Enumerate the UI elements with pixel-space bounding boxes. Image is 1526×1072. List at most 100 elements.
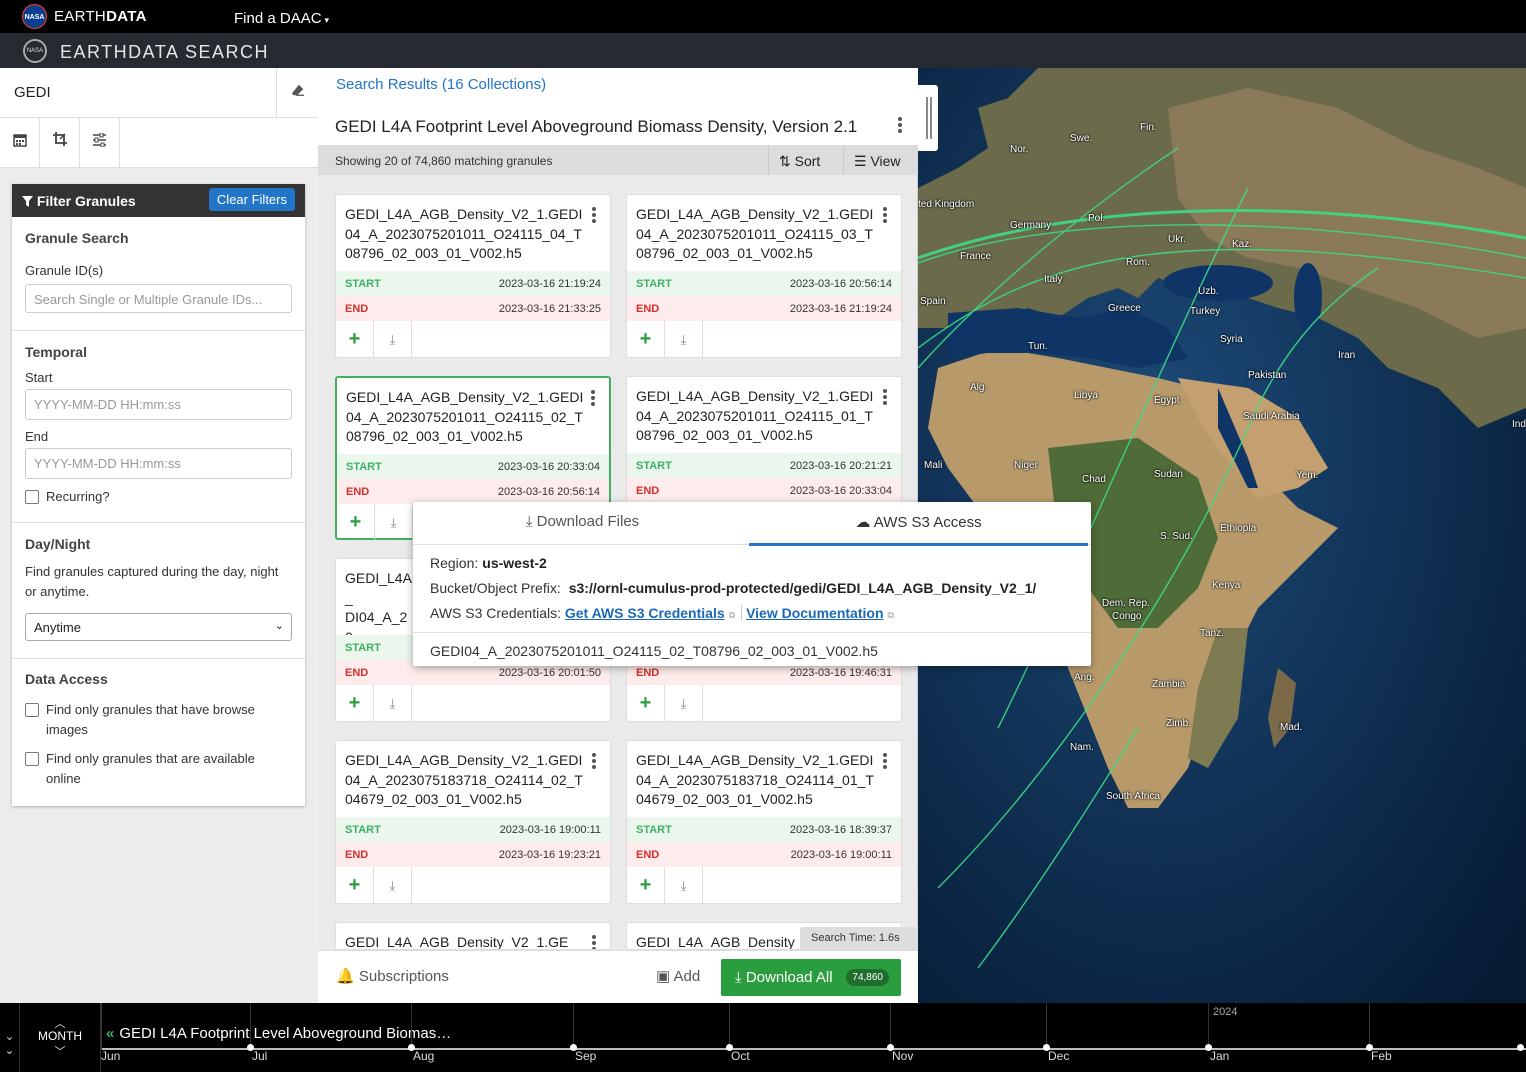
timeline-tick (890, 1003, 891, 1050)
end-label: END (636, 303, 660, 315)
add-granule-plus-icon[interactable]: + (336, 685, 374, 722)
download-icon[interactable]: ⤓ (665, 867, 703, 904)
checkbox-box[interactable] (25, 490, 39, 504)
more-options-icon[interactable] (898, 117, 902, 136)
subscriptions-button[interactable]: 🔔 Subscriptions (336, 967, 449, 985)
collapse-timeline-icon[interactable]: ⌄ ⌄ (0, 1003, 20, 1072)
nasa-logo[interactable]: NASA (22, 4, 47, 29)
timeline-month-label: Oct (731, 1049, 750, 1063)
tab-download-files[interactable]: ⤓ Download Files (413, 502, 752, 545)
timeline-tick (1369, 1003, 1370, 1050)
end-label: END (345, 849, 369, 861)
checkbox-box[interactable] (25, 752, 39, 766)
recurring-checkbox[interactable]: Recurring? (25, 487, 292, 507)
search-input[interactable]: GEDI (14, 84, 51, 101)
granule-id-input[interactable]: Search Single or Multiple Granule IDs... (25, 284, 292, 313)
add-button[interactable]: ▣ Add (656, 967, 700, 985)
more-options-icon[interactable] (883, 753, 887, 771)
download-all-button[interactable]: ⤓ Download All 74,860 (721, 959, 901, 996)
start-label: START (636, 278, 672, 290)
timeline-collection[interactable]: «GEDI L4A Footprint Level Aboveground Bi… (106, 1025, 456, 1042)
more-options-icon[interactable] (592, 753, 596, 771)
sliders-icon[interactable] (80, 118, 120, 168)
nasa-meatball-icon[interactable]: NASA (23, 39, 47, 63)
eraser-icon[interactable] (276, 68, 318, 118)
tab-aws-s3-access[interactable]: ☁ AWS S3 Access (749, 502, 1088, 546)
more-options-icon[interactable] (591, 390, 595, 408)
add-granule-plus-icon[interactable]: + (336, 867, 374, 904)
app-title[interactable]: EARTHDATA SEARCH (60, 42, 269, 63)
granule-card[interactable]: GEDI_L4A_AGB_Density_V2_1.GEDI04_A_20230… (335, 740, 611, 904)
start-date-input[interactable]: YYYY-MM-DD HH:mm:ss (25, 389, 292, 420)
zoom-up-icon[interactable]: ︿ (20, 1015, 100, 1030)
start-label: START (345, 642, 381, 654)
map-place-label: Germany (1010, 220, 1052, 231)
download-count-badge: 74,860 (846, 969, 889, 986)
map-place-label: Ind (1512, 419, 1526, 430)
download-icon[interactable]: ⤓ (374, 867, 412, 904)
bucket-label: Bucket/Object Prefix: (430, 580, 561, 596)
get-credentials-link[interactable]: Get AWS S3 Credentials (565, 605, 725, 621)
granule-card[interactable]: GEDI_L4A_AGB_Density_V2_1.GEDI04_A_20230… (335, 194, 611, 358)
results-toolbar: Showing 20 of 74,860 matching granules ⇅… (318, 146, 918, 175)
earthdata-logo[interactable]: EARTHDATA (54, 8, 147, 25)
search-time: Search Time: 1.6s (800, 927, 918, 950)
add-granule-plus-icon[interactable]: + (627, 321, 665, 358)
granule-search-section: Granule Search Granule ID(s) Search Sing… (12, 217, 305, 331)
granule-card[interactable]: GEDI_L4A_AGB_Density_V2_1.GEDI04_A_20230… (626, 740, 902, 904)
sort-button[interactable]: ⇅ Sort (768, 146, 830, 175)
timeline-month-marker[interactable] (1517, 1044, 1524, 1051)
bucket-value[interactable]: s3://ornl-cumulus-prod-protected/gedi/GE… (569, 580, 1037, 596)
download-icon[interactable]: ⤓ (665, 321, 703, 358)
granule-card[interactable]: GEDI_L4A_AGB_Density_V2_1.GE (335, 922, 611, 950)
timeline-tick (1208, 1003, 1209, 1050)
start-row: START 2023-03-16 20:56:14 (627, 271, 901, 296)
timeline-month-label: Jun (101, 1049, 121, 1063)
view-documentation-link[interactable]: View Documentation (746, 605, 883, 621)
online-only-checkbox[interactable]: Find only granules that are available on… (25, 749, 292, 789)
map-place-label: Zambia (1152, 679, 1186, 690)
map-place-label: Alg. (970, 382, 988, 393)
browse-only-checkbox[interactable]: Find only granules that have browse imag… (25, 700, 292, 740)
download-icon[interactable]: ⤓ (665, 685, 703, 722)
map-place-label: Spain (920, 296, 946, 307)
timeline-tick (1046, 1003, 1047, 1050)
find-daac-menu[interactable]: Find a DAAC ▾ (234, 10, 329, 27)
more-options-icon[interactable] (883, 207, 887, 225)
add-granule-plus-icon[interactable]: + (627, 867, 665, 904)
timeline-axis[interactable] (101, 1048, 1526, 1050)
download-icon[interactable]: ⤓ (375, 504, 413, 541)
more-options-icon[interactable] (592, 207, 596, 225)
search-results-link[interactable]: Search Results (16 Collections) (336, 76, 546, 93)
filter-header: Filter Granules Clear Filters (12, 184, 305, 217)
map-place-label: Tun. (1028, 341, 1048, 352)
download-icon[interactable]: ⤓ (374, 685, 412, 722)
start-time: 2023-03-16 20:21:21 (789, 460, 892, 472)
more-options-icon[interactable] (592, 935, 596, 949)
map-place-label: Ethiopia (1220, 523, 1257, 534)
clear-filters-button[interactable]: Clear Filters (208, 188, 295, 211)
add-granule-plus-icon[interactable]: + (336, 321, 374, 358)
more-options-icon[interactable] (883, 389, 887, 407)
s3-file-path[interactable]: GEDI04_A_2023075201011_O24115_02_T08796_… (430, 643, 878, 659)
daynight-select[interactable]: Anytime ⌄ (25, 613, 292, 641)
end-date-input[interactable]: YYYY-MM-DD HH:mm:ss (25, 448, 292, 479)
map-place-label: Fin. (1140, 122, 1157, 133)
crop-icon[interactable] (40, 118, 80, 168)
checkbox-box[interactable] (25, 703, 39, 717)
add-granule-plus-icon[interactable]: + (337, 504, 375, 541)
download-icon[interactable]: ⤓ (374, 321, 412, 358)
granule-name: GEDI_L4A_AGB_Density_V2_1.GEDI04_A_20230… (345, 752, 583, 807)
region-value[interactable]: us-west-2 (482, 555, 547, 571)
granule-name: GEDI_L4A_AGB_Density_V2_1.GEDI04_A_20230… (636, 752, 874, 807)
calendar-icon[interactable] (0, 118, 40, 168)
end-label: END (636, 849, 660, 861)
view-button[interactable]: ☰ View (843, 146, 911, 175)
panel-resize-handle[interactable] (918, 85, 938, 151)
zoom-down-icon[interactable]: ﹀ (20, 1043, 100, 1058)
map-place-label: Chad (1082, 474, 1106, 485)
add-granule-plus-icon[interactable]: + (627, 685, 665, 722)
timeline-month-label: Nov (892, 1049, 914, 1063)
sort-icon: ⇅ (779, 153, 791, 169)
granule-card[interactable]: GEDI_L4A_AGB_Density_V2_1.GEDI04_A_20230… (626, 194, 902, 358)
